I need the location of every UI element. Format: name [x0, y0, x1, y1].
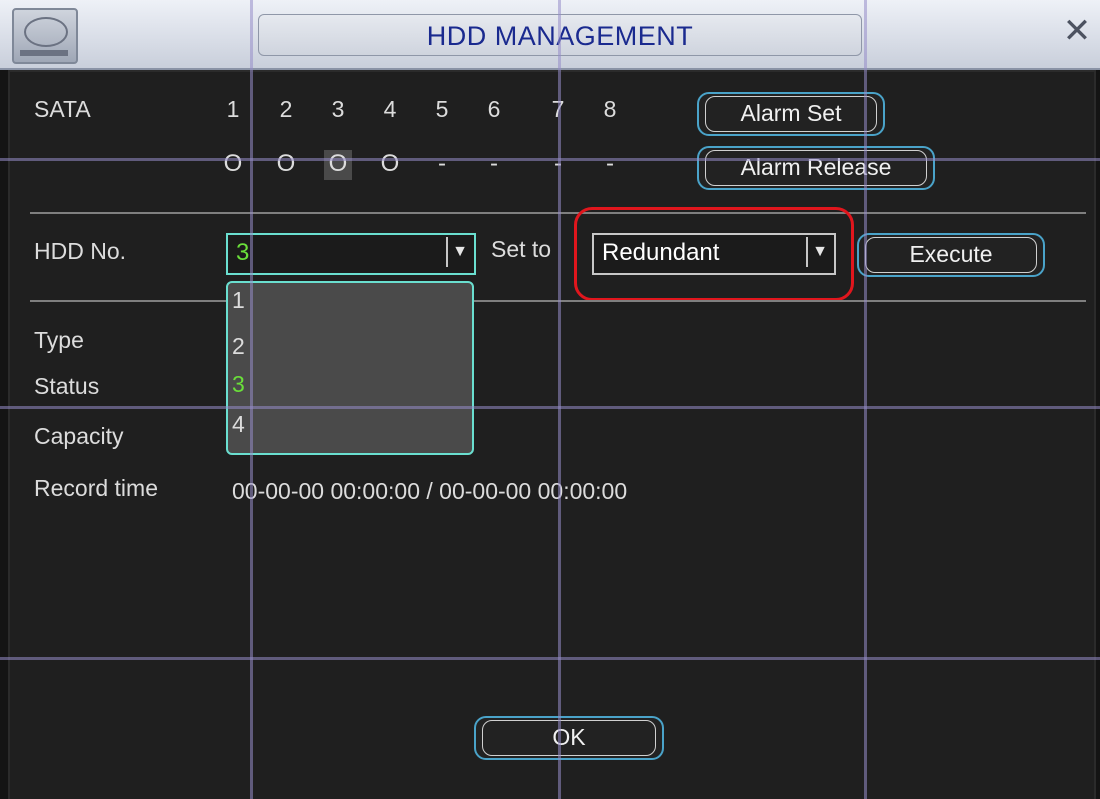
sata-label: SATA — [34, 96, 91, 122]
hard-drive-icon — [12, 8, 78, 64]
sata-state-3: O — [324, 150, 352, 180]
sata-state-6: - — [490, 150, 498, 177]
hdd-no-label: HDD No. — [34, 238, 127, 264]
overlay-grid-line — [0, 406, 1100, 409]
sata-port-8: 8 — [603, 96, 617, 122]
sata-port-3: 3 — [331, 96, 345, 122]
overlay-grid-line — [250, 0, 253, 799]
sata-port-6: 6 — [487, 96, 501, 122]
hdd-no-value: 3 — [236, 239, 250, 266]
alarm-release-button[interactable]: Alarm Release — [697, 146, 935, 190]
overlay-grid-line — [864, 0, 867, 799]
record-time-label: Record time — [34, 475, 158, 501]
hdd-option-2[interactable]: 2 — [232, 333, 245, 360]
sata-port-2: 2 — [279, 96, 293, 122]
overlay-grid-line — [0, 657, 1100, 660]
capacity-label: Capacity — [34, 423, 124, 449]
annotation-highlight — [574, 207, 854, 301]
sata-state-1: O — [223, 150, 243, 177]
sata-port-5: 5 — [435, 96, 449, 122]
hdd-no-select[interactable]: 3 ▼ — [226, 233, 476, 275]
sata-state-5: - — [438, 150, 446, 177]
sata-port-4: 4 — [383, 96, 397, 122]
sata-state-8: - — [606, 150, 614, 177]
close-icon[interactable]: ✕ — [1060, 14, 1094, 48]
set-to-label: Set to — [491, 236, 552, 262]
sata-state-4: O — [380, 150, 400, 177]
type-label: Type — [34, 327, 84, 353]
sata-state-2: O — [276, 150, 296, 177]
hdd-option-4[interactable]: 4 — [232, 411, 245, 438]
hdd-option-3[interactable]: 3 — [232, 371, 245, 398]
ok-button[interactable]: OK — [474, 716, 664, 760]
hdd-dropdown-list: 1 2 3 4 — [226, 281, 474, 455]
overlay-grid-line — [558, 0, 561, 799]
hdd-dropdown-arrow-icon[interactable]: ▼ — [446, 237, 472, 267]
record-time-value: 00-00-00 00:00:00 / 00-00-00 00:00:00 — [232, 478, 628, 504]
title-bar: HDD MANAGEMENT ✕ — [0, 0, 1100, 70]
execute-button[interactable]: Execute — [857, 233, 1045, 277]
hdd-management-window: HDD MANAGEMENT ✕ SATA 1 2 3 4 5 6 7 8 O … — [0, 0, 1100, 799]
sata-port-1: 1 — [226, 96, 240, 122]
hdd-option-1[interactable]: 1 — [232, 287, 245, 314]
alarm-set-button[interactable]: Alarm Set — [697, 92, 885, 136]
overlay-grid-line — [0, 158, 1100, 161]
status-label: Status — [34, 373, 100, 399]
